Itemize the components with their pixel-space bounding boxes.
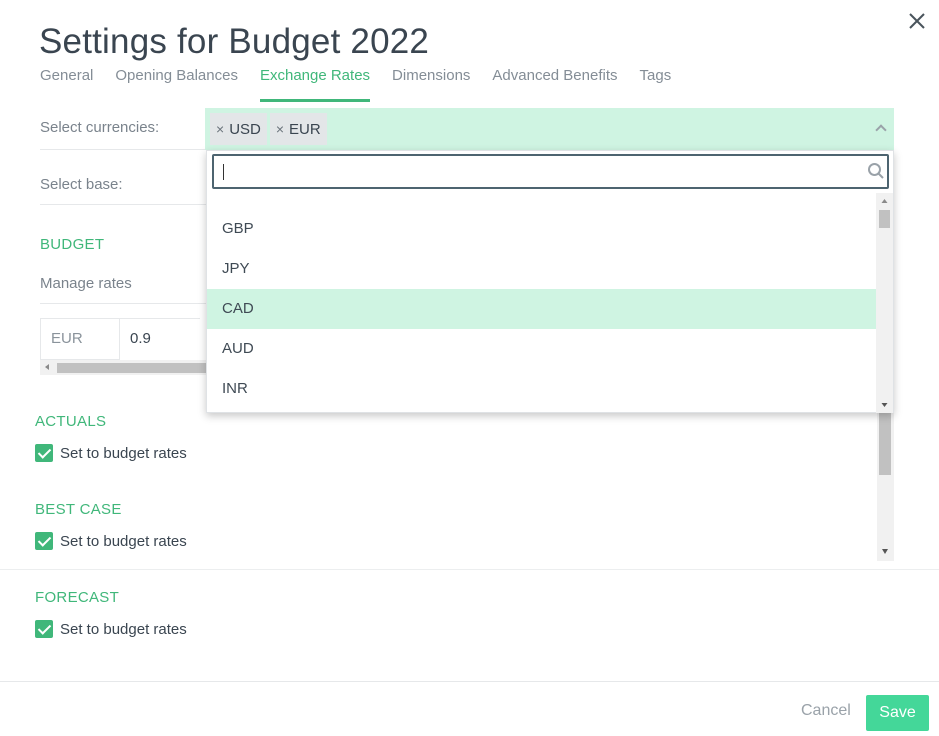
select-base-label: Select base: bbox=[40, 176, 123, 193]
currency-multiselect[interactable]: × USD × EUR bbox=[205, 108, 894, 150]
close-button[interactable] bbox=[906, 10, 928, 32]
remove-chip-icon[interactable]: × bbox=[276, 121, 284, 137]
best-case-checkbox-row[interactable]: Set to budget rates bbox=[35, 532, 187, 550]
checkmark-icon[interactable] bbox=[35, 444, 53, 462]
section-divider bbox=[0, 569, 939, 570]
manage-rates-label: Manage rates bbox=[40, 275, 132, 292]
currency-chip[interactable]: × USD bbox=[210, 113, 267, 145]
checkmark-icon[interactable] bbox=[35, 620, 53, 638]
forecast-heading: FORECAST bbox=[35, 589, 120, 606]
budget-heading: BUDGET bbox=[40, 236, 105, 253]
close-icon bbox=[909, 13, 925, 29]
scroll-left-icon[interactable] bbox=[45, 364, 49, 370]
footer-divider bbox=[0, 681, 939, 682]
currency-search-input[interactable] bbox=[212, 154, 889, 189]
chip-label: USD bbox=[229, 120, 261, 138]
scrollbar-thumb[interactable] bbox=[57, 363, 210, 373]
cancel-button[interactable]: Cancel bbox=[801, 702, 851, 720]
tab-exchange-rates[interactable]: Exchange Rates bbox=[259, 66, 371, 102]
forecast-checkbox-row[interactable]: Set to budget rates bbox=[35, 620, 187, 638]
tab-dimensions[interactable]: Dimensions bbox=[392, 66, 470, 102]
currency-option[interactable]: JPY bbox=[207, 249, 877, 289]
select-currencies-label: Select currencies: bbox=[40, 119, 160, 136]
scroll-down-icon[interactable] bbox=[882, 549, 888, 554]
best-case-heading: BEST CASE bbox=[35, 501, 122, 518]
currency-option[interactable]: INR bbox=[207, 369, 877, 409]
chevron-up-icon[interactable] bbox=[875, 124, 887, 136]
currency-option[interactable]: AUD bbox=[207, 329, 877, 369]
currency-option[interactable]: GBP bbox=[207, 209, 877, 249]
rate-value-cell[interactable]: 0.9 bbox=[120, 318, 200, 360]
text-cursor bbox=[223, 164, 224, 180]
tab-opening-balances[interactable]: Opening Balances bbox=[115, 66, 238, 102]
tab-advanced-benefits[interactable]: Advanced Benefits bbox=[492, 66, 617, 102]
horizontal-scrollbar[interactable] bbox=[40, 360, 210, 375]
scroll-down-icon[interactable] bbox=[876, 399, 893, 411]
currency-dropdown: GBP JPY CAD AUD INR bbox=[206, 150, 894, 413]
dialog-title: Settings for Budget 2022 bbox=[39, 22, 430, 61]
vertical-scrollbar[interactable] bbox=[877, 413, 894, 561]
scrollbar-thumb[interactable] bbox=[879, 210, 890, 228]
tab-bar: General Opening Balances Exchange Rates … bbox=[40, 66, 693, 102]
row-divider bbox=[40, 303, 206, 304]
currency-options-list: GBP JPY CAD AUD INR bbox=[207, 209, 877, 409]
checkbox-label: Set to budget rates bbox=[60, 444, 187, 462]
save-button[interactable]: Save bbox=[866, 695, 929, 731]
row-divider bbox=[40, 149, 206, 150]
checkmark-icon[interactable] bbox=[35, 532, 53, 550]
actuals-checkbox-row[interactable]: Set to budget rates bbox=[35, 444, 187, 462]
chip-label: EUR bbox=[289, 120, 321, 138]
dropdown-scrollbar[interactable] bbox=[876, 193, 893, 413]
remove-chip-icon[interactable]: × bbox=[216, 121, 224, 137]
tab-tags[interactable]: Tags bbox=[640, 66, 672, 102]
scroll-up-icon[interactable] bbox=[876, 195, 893, 207]
rate-currency-cell: EUR bbox=[40, 318, 120, 360]
row-divider bbox=[40, 204, 206, 205]
scrollbar-thumb[interactable] bbox=[879, 413, 891, 475]
actuals-heading: ACTUALS bbox=[35, 413, 107, 430]
currency-option[interactable]: CAD bbox=[207, 289, 877, 329]
currency-chip[interactable]: × EUR bbox=[269, 113, 327, 145]
checkbox-label: Set to budget rates bbox=[60, 620, 187, 638]
search-icon bbox=[868, 163, 884, 179]
checkbox-label: Set to budget rates bbox=[60, 532, 187, 550]
tab-general[interactable]: General bbox=[40, 66, 93, 102]
rates-table: EUR 0.9 bbox=[40, 318, 200, 360]
